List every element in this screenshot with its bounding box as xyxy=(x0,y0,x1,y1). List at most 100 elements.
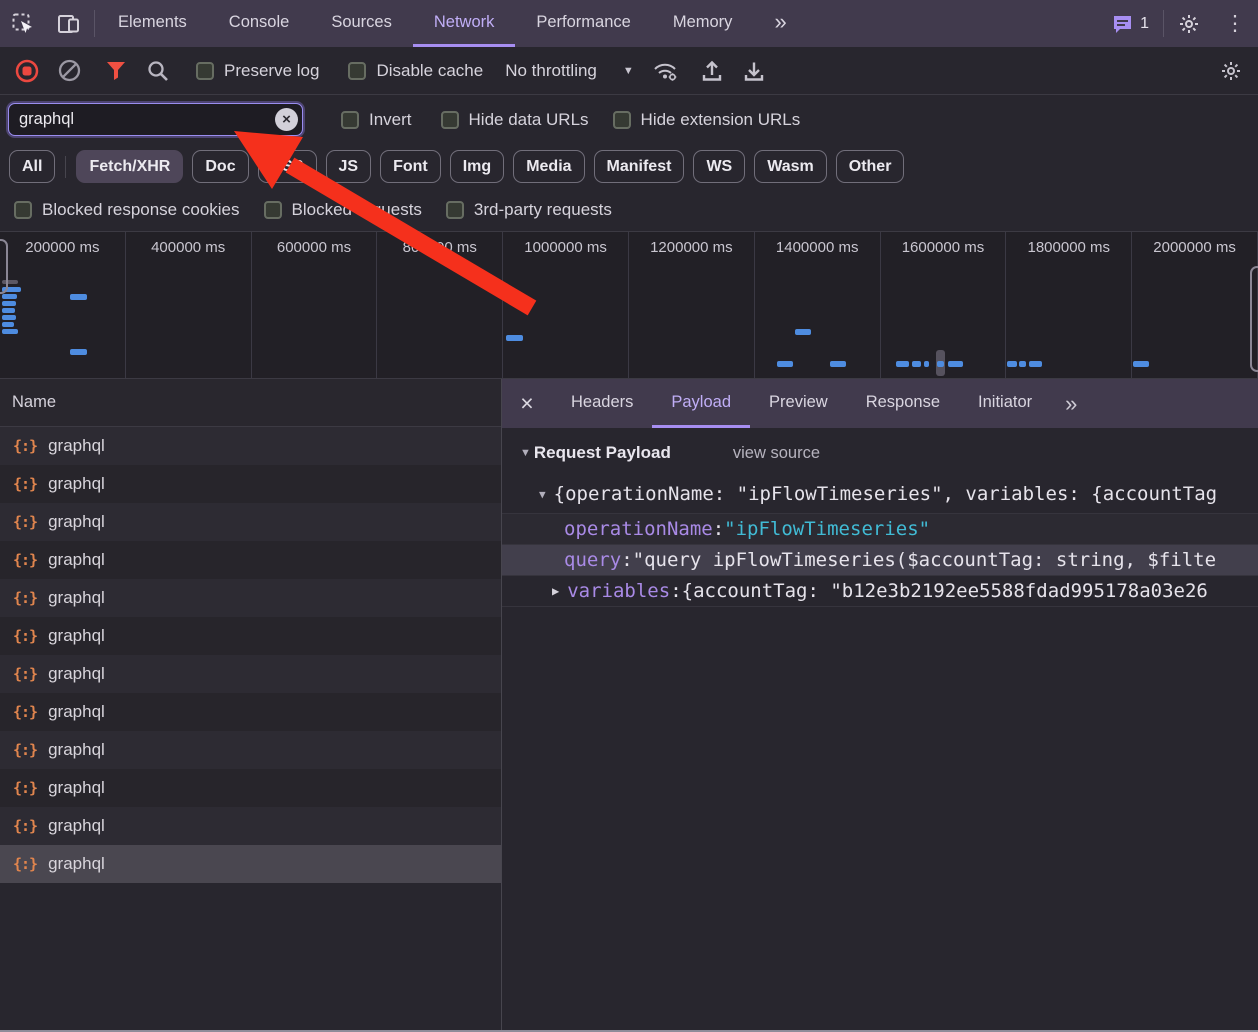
waterfall-mark xyxy=(2,315,16,320)
chip-fetch-xhr[interactable]: Fetch/XHR xyxy=(76,150,183,183)
devtools-window: Elements Console Sources Network Perform… xyxy=(0,0,1258,1032)
name-column-header[interactable]: Name xyxy=(0,379,501,427)
network-conditions-button[interactable] xyxy=(644,53,686,89)
waterfall-mark xyxy=(506,335,523,341)
more-options-button[interactable]: ⋮ xyxy=(1212,0,1258,47)
request-row[interactable]: {:}graphql xyxy=(0,655,501,693)
tab-memory[interactable]: Memory xyxy=(652,0,754,47)
request-row[interactable]: {:}graphql xyxy=(0,579,501,617)
gear-icon xyxy=(1178,13,1200,35)
tab-sources[interactable]: Sources xyxy=(310,0,413,47)
chip-font[interactable]: Font xyxy=(380,150,441,183)
request-row[interactable]: {:}graphql xyxy=(0,541,501,579)
json-request-icon: {:} xyxy=(13,551,37,569)
chip-ws[interactable]: WS xyxy=(693,150,745,183)
search-icon xyxy=(147,60,169,82)
tab-network[interactable]: Network xyxy=(413,0,516,47)
request-row-selected[interactable]: {:}graphql xyxy=(0,845,501,883)
preserve-log-toggle[interactable]: Preserve log xyxy=(184,61,331,81)
overview-scroll-handle-right[interactable] xyxy=(1250,266,1258,372)
filter-toggle-button[interactable] xyxy=(95,53,137,89)
request-row[interactable]: {:}graphql xyxy=(0,427,501,465)
view-source-link[interactable]: view source xyxy=(733,444,820,463)
blocked-response-cookies-toggle[interactable]: Blocked response cookies xyxy=(2,200,252,220)
record-button[interactable] xyxy=(6,53,48,89)
wifi-gear-icon xyxy=(652,60,678,82)
blocked-requests-checkbox[interactable] xyxy=(264,201,282,219)
chip-media[interactable]: Media xyxy=(513,150,584,183)
gear-icon xyxy=(1220,60,1242,82)
throttling-dropdown[interactable]: No throttling ▼ xyxy=(495,61,644,81)
invert-toggle[interactable]: Invert xyxy=(329,110,424,130)
chip-js[interactable]: JS xyxy=(326,150,372,183)
request-row[interactable]: {:}graphql xyxy=(0,503,501,541)
top-bar: Elements Console Sources Network Perform… xyxy=(0,0,1258,47)
overview-scroll-handle-left[interactable] xyxy=(0,239,8,294)
settings-button[interactable] xyxy=(1166,0,1212,47)
timeline-column: 200000 ms xyxy=(0,232,126,378)
payload-row-operationname[interactable]: operationName: "ipFlowTimeseries" xyxy=(502,513,1258,544)
issues-button[interactable]: 1 xyxy=(1100,0,1161,47)
blocked-requests-toggle[interactable]: Blocked requests xyxy=(252,200,434,220)
network-settings-button[interactable] xyxy=(1210,53,1252,89)
waterfall-mark xyxy=(2,308,15,313)
hide-extension-urls-checkbox[interactable] xyxy=(613,111,631,129)
chip-wasm[interactable]: Wasm xyxy=(754,150,827,183)
clear-button[interactable] xyxy=(48,53,90,89)
hide-extension-urls-toggle[interactable]: Hide extension URLs xyxy=(601,110,813,130)
import-har-button[interactable] xyxy=(691,53,733,89)
third-party-requests-checkbox[interactable] xyxy=(446,201,464,219)
device-toolbar-button[interactable] xyxy=(46,0,92,47)
main-split: Name {:}graphql {:}graphql {:}graphql {:… xyxy=(0,379,1258,1030)
disable-cache-checkbox[interactable] xyxy=(348,62,366,80)
request-row[interactable]: {:}graphql xyxy=(0,807,501,845)
waterfall-mark xyxy=(777,361,793,367)
tab-console[interactable]: Console xyxy=(208,0,311,47)
request-row[interactable]: {:}graphql xyxy=(0,769,501,807)
request-row[interactable]: {:}graphql xyxy=(0,617,501,655)
payload-row-query[interactable]: query: "query ipFlowTimeseries($accountT… xyxy=(502,544,1258,575)
blocked-response-cookies-checkbox[interactable] xyxy=(14,201,32,219)
tab-payload[interactable]: Payload xyxy=(652,379,750,428)
timeline-column: 1400000 ms xyxy=(755,232,881,378)
tab-elements[interactable]: Elements xyxy=(97,0,208,47)
more-details-tabs-button[interactable]: » xyxy=(1051,379,1091,428)
request-row[interactable]: {:}graphql xyxy=(0,465,501,503)
chip-doc[interactable]: Doc xyxy=(192,150,248,183)
inspect-element-button[interactable] xyxy=(0,0,46,47)
timeline-overview[interactable]: 200000 ms 400000 ms 600000 ms 800000 ms … xyxy=(0,232,1258,379)
third-party-requests-toggle[interactable]: 3rd-party requests xyxy=(434,200,624,220)
clear-filter-button[interactable]: × xyxy=(275,108,298,131)
filter-input[interactable] xyxy=(8,103,303,136)
json-request-icon: {:} xyxy=(13,475,37,493)
request-row[interactable]: {:}graphql xyxy=(0,731,501,769)
chip-other[interactable]: Other xyxy=(836,150,905,183)
section-title: Request Payload xyxy=(534,443,671,463)
tab-performance[interactable]: Performance xyxy=(515,0,651,47)
close-details-button[interactable]: × xyxy=(502,379,552,428)
upload-icon xyxy=(701,60,723,82)
chip-all[interactable]: All xyxy=(9,150,55,183)
top-bar-right: 1 ⋮ xyxy=(1100,0,1258,47)
preserve-log-checkbox[interactable] xyxy=(196,62,214,80)
disable-cache-toggle[interactable]: Disable cache xyxy=(336,61,495,81)
payload-root-row[interactable]: ▼ {operationName: "ipFlowTimeseries", va… xyxy=(502,475,1258,513)
tab-preview[interactable]: Preview xyxy=(750,379,847,428)
search-button[interactable] xyxy=(137,53,179,89)
tab-response[interactable]: Response xyxy=(847,379,959,428)
chip-manifest[interactable]: Manifest xyxy=(594,150,685,183)
tab-initiator[interactable]: Initiator xyxy=(959,379,1051,428)
more-tabs-button[interactable]: » xyxy=(753,0,807,47)
request-payload-section-header[interactable]: ▼ Request Payload view source xyxy=(502,428,1258,475)
request-row[interactable]: {:}graphql xyxy=(0,693,501,731)
waterfall-mark xyxy=(2,322,14,327)
payload-row-variables[interactable]: ▶ variables: {accountTag: "b12e3b2192ee5… xyxy=(502,575,1258,606)
chip-css[interactable]: CSS xyxy=(258,150,317,183)
export-har-button[interactable] xyxy=(733,53,775,89)
chip-img[interactable]: Img xyxy=(450,150,504,183)
hide-data-urls-toggle[interactable]: Hide data URLs xyxy=(429,110,601,130)
json-request-icon: {:} xyxy=(13,817,37,835)
tab-headers[interactable]: Headers xyxy=(552,379,652,428)
hide-data-urls-checkbox[interactable] xyxy=(441,111,459,129)
invert-checkbox[interactable] xyxy=(341,111,359,129)
